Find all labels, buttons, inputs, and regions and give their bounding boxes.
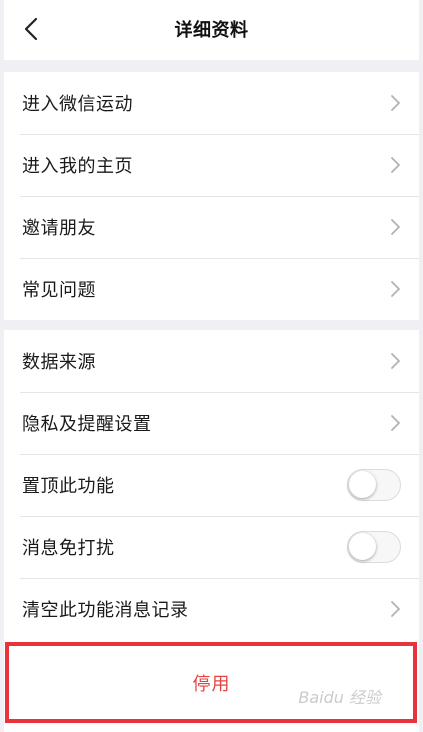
item-label: 进入我的主页 — [22, 156, 133, 177]
pin-to-top-toggle[interactable] — [347, 469, 401, 501]
item-label: 消息免打扰 — [22, 538, 115, 559]
toggle-knob — [349, 471, 376, 498]
chevron-right-icon — [391, 415, 400, 431]
data-source-item[interactable]: 数据来源 — [4, 330, 419, 392]
enter-my-homepage-item[interactable]: 进入我的主页 — [4, 134, 419, 196]
settings-group-2: 数据来源 隐私及提醒设置 置顶此功能 消息免打扰 清空此功能消息记录 — [4, 330, 419, 640]
item-label: 隐私及提醒设置 — [22, 414, 152, 435]
chevron-right-icon — [391, 95, 400, 111]
chevron-right-icon — [391, 219, 400, 235]
toggle-knob — [349, 533, 376, 560]
enter-werun-item[interactable]: 进入微信运动 — [4, 72, 419, 134]
chevron-right-icon — [391, 157, 400, 173]
item-label: 常见问题 — [22, 280, 96, 301]
mute-notifications-toggle[interactable] — [347, 531, 401, 563]
chevron-right-icon — [391, 281, 400, 297]
invite-friends-item[interactable]: 邀请朋友 — [4, 196, 419, 258]
page-title: 详细资料 — [174, 20, 249, 41]
item-label: 清空此功能消息记录 — [22, 600, 189, 621]
chevron-right-icon — [391, 353, 400, 369]
nav-bar: 详细资料 — [4, 0, 419, 60]
settings-group-1: 进入微信运动 进入我的主页 邀请朋友 常见问题 — [4, 72, 419, 320]
item-label: 数据来源 — [22, 352, 96, 373]
item-label: 进入微信运动 — [22, 94, 133, 115]
privacy-reminder-settings-item[interactable]: 隐私及提醒设置 — [4, 392, 419, 454]
pin-to-top-item: 置顶此功能 — [4, 454, 419, 516]
clear-history-item[interactable]: 清空此功能消息记录 — [4, 578, 419, 640]
item-label: 邀请朋友 — [22, 218, 96, 239]
highlight-box — [5, 642, 417, 723]
item-label: 置顶此功能 — [22, 476, 115, 497]
detail-page: 详细资料 进入微信运动 进入我的主页 邀请朋友 常见问题 数据来源 隐私及提醒设… — [0, 0, 423, 732]
mute-notifications-item: 消息免打扰 — [4, 516, 419, 578]
chevron-right-icon — [391, 601, 400, 617]
faq-item[interactable]: 常见问题 — [4, 258, 419, 320]
